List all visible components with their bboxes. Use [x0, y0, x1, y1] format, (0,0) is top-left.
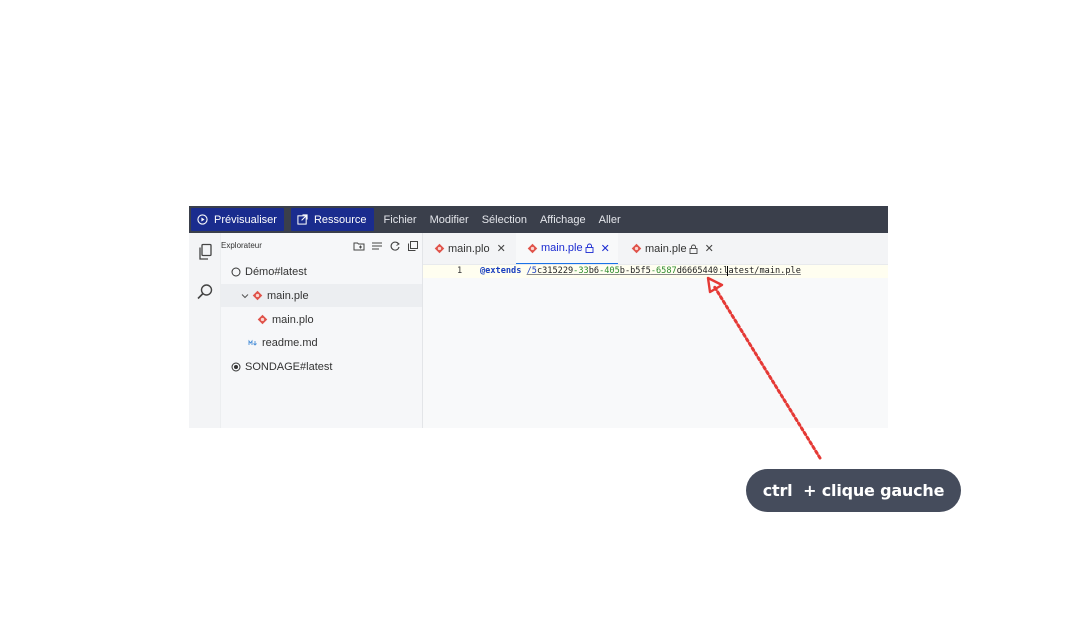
path-part: -33 [573, 266, 589, 276]
explorer-sidebar: Explorateur Démo#latest main.ple main.pl… [221, 233, 423, 428]
close-icon[interactable]: ✕ [601, 242, 610, 255]
lock-icon [689, 244, 698, 254]
resource-button[interactable]: Ressource [290, 208, 374, 231]
tree-item-label: main.plo [272, 313, 314, 326]
files-icon[interactable] [195, 242, 215, 262]
tab-label: main.ple [645, 242, 687, 255]
ple-file-icon [434, 243, 445, 254]
editor-area: main.plo ✕ main.ple ✕ main.ple ✕ 1 @exte… [423, 233, 888, 428]
menu-aller[interactable]: Aller [599, 214, 621, 226]
tree-item-main-ple[interactable]: main.ple [221, 284, 422, 307]
ple-file-icon [257, 314, 268, 325]
tree-item-label: Démo#latest [245, 265, 307, 278]
markdown-icon [248, 339, 257, 346]
hint-badge: ctrl + clique gauche [746, 469, 961, 512]
line-number: 1 [457, 266, 463, 276]
explorer-header: Explorateur [221, 233, 422, 259]
tab-bar: main.plo ✕ main.ple ✕ main.ple ✕ [423, 233, 888, 265]
activity-bar [189, 233, 221, 428]
tree-item-sondage[interactable]: SONDAGE#latest [221, 355, 422, 378]
top-bar: Prévisualiser Ressource Fichier Modifier… [189, 206, 888, 233]
tab-main-plo[interactable]: main.plo ✕ [423, 233, 516, 264]
preview-label: Prévisualiser [214, 213, 277, 226]
code-path-link[interactable]: /5c315229-33b6-405b-b5f5-6587d6665440:la… [526, 265, 801, 276]
ple-file-icon [631, 243, 642, 254]
tree-item-readme[interactable]: readme.md [221, 331, 422, 354]
resource-label: Ressource [313, 213, 367, 226]
path-part: b6 [588, 266, 600, 276]
preview-button[interactable]: Prévisualiser [191, 208, 284, 231]
tab-main-ple-active[interactable]: main.ple ✕ [516, 233, 618, 264]
path-part: /5 [526, 266, 537, 276]
play-circle-icon [197, 214, 208, 225]
copy-icon[interactable] [407, 240, 419, 252]
tree-item-label: SONDAGE#latest [245, 360, 333, 373]
menu-selection[interactable]: Sélection [482, 214, 527, 226]
ple-file-icon [252, 290, 263, 301]
refresh-icon[interactable] [389, 240, 401, 252]
ide-window: Prévisualiser Ressource Fichier Modifier… [189, 206, 888, 428]
external-link-icon [297, 214, 308, 225]
path-part: -6587 [650, 266, 677, 276]
tab-main-ple[interactable]: main.ple ✕ [620, 233, 722, 264]
circle-icon [231, 267, 241, 276]
path-part: b-b5f5 [619, 266, 651, 276]
collapse-icon[interactable] [371, 240, 383, 252]
path-part: -405 [599, 266, 620, 276]
tab-label: main.ple [541, 242, 583, 254]
code-text[interactable]: @extends /5c315229-33b6-405b-b5f5-6587d6… [480, 265, 801, 278]
path-part: c315229 [536, 266, 574, 276]
tree-item-label: main.ple [267, 289, 309, 302]
hint-text: ctrl + clique gauche [762, 481, 945, 500]
code-line[interactable]: 1 @extends /5c315229-33b6-405b-b5f5-6587… [423, 265, 888, 278]
path-part: d6665440:l [676, 266, 729, 276]
radio-selected-icon [231, 362, 241, 371]
tree-item-label: readme.md [262, 336, 318, 349]
path-part: atest/main.ple [728, 266, 801, 276]
search-icon[interactable] [195, 282, 215, 302]
close-icon[interactable]: ✕ [705, 242, 714, 255]
close-icon[interactable]: ✕ [497, 242, 506, 255]
explorer-title: Explorateur [221, 241, 262, 250]
menu-modifier[interactable]: Modifier [430, 214, 469, 226]
tree-item-main-plo[interactable]: main.plo [221, 308, 422, 331]
tree-item-demo[interactable]: Démo#latest [221, 260, 422, 283]
menu-fichier[interactable]: Fichier [384, 214, 417, 226]
menu-affichage[interactable]: Affichage [540, 214, 586, 226]
lock-icon [585, 243, 594, 253]
tab-label: main.plo [448, 242, 490, 255]
new-folder-icon[interactable] [353, 240, 365, 252]
ple-file-icon [527, 243, 538, 253]
chevron-down-icon [241, 293, 249, 298]
code-keyword: @extends [480, 266, 522, 276]
